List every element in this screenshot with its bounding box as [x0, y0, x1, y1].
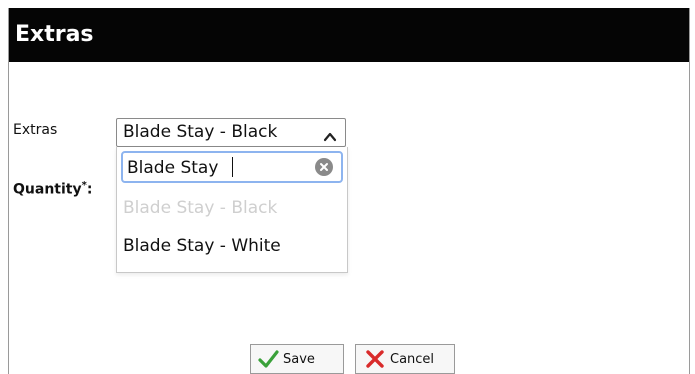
extras-label: Extras: [13, 122, 58, 138]
extras-select-value: Blade Stay - Black: [123, 122, 278, 142]
save-button[interactable]: Save: [250, 344, 344, 374]
cancel-label: Cancel: [390, 351, 435, 367]
red-x-icon: [364, 348, 386, 370]
cancel-button[interactable]: Cancel: [355, 344, 455, 374]
extras-dialog: Extras Extras Quantity*: Blade Stay - Bl…: [8, 8, 690, 374]
option-blade-stay-black: Blade Stay - Black: [123, 198, 278, 218]
text-caret: [232, 157, 233, 177]
quantity-label-text: Quantity: [13, 181, 82, 198]
option-blade-stay-white[interactable]: Blade Stay - White: [123, 231, 343, 261]
save-label: Save: [283, 351, 315, 367]
checkmark-icon: [257, 348, 279, 370]
quantity-colon: :: [86, 181, 93, 198]
search-input[interactable]: [123, 153, 315, 183]
extras-dropdown: Blade Stay - Black Blade Stay - White: [116, 147, 348, 273]
chevron-up-icon[interactable]: [323, 126, 337, 142]
dialog-title: Extras: [9, 8, 689, 62]
quantity-label: Quantity*:: [13, 180, 92, 198]
extras-select[interactable]: Blade Stay - Black: [116, 118, 346, 147]
dropdown-search[interactable]: [121, 151, 343, 183]
clear-circle-icon[interactable]: [315, 158, 333, 176]
